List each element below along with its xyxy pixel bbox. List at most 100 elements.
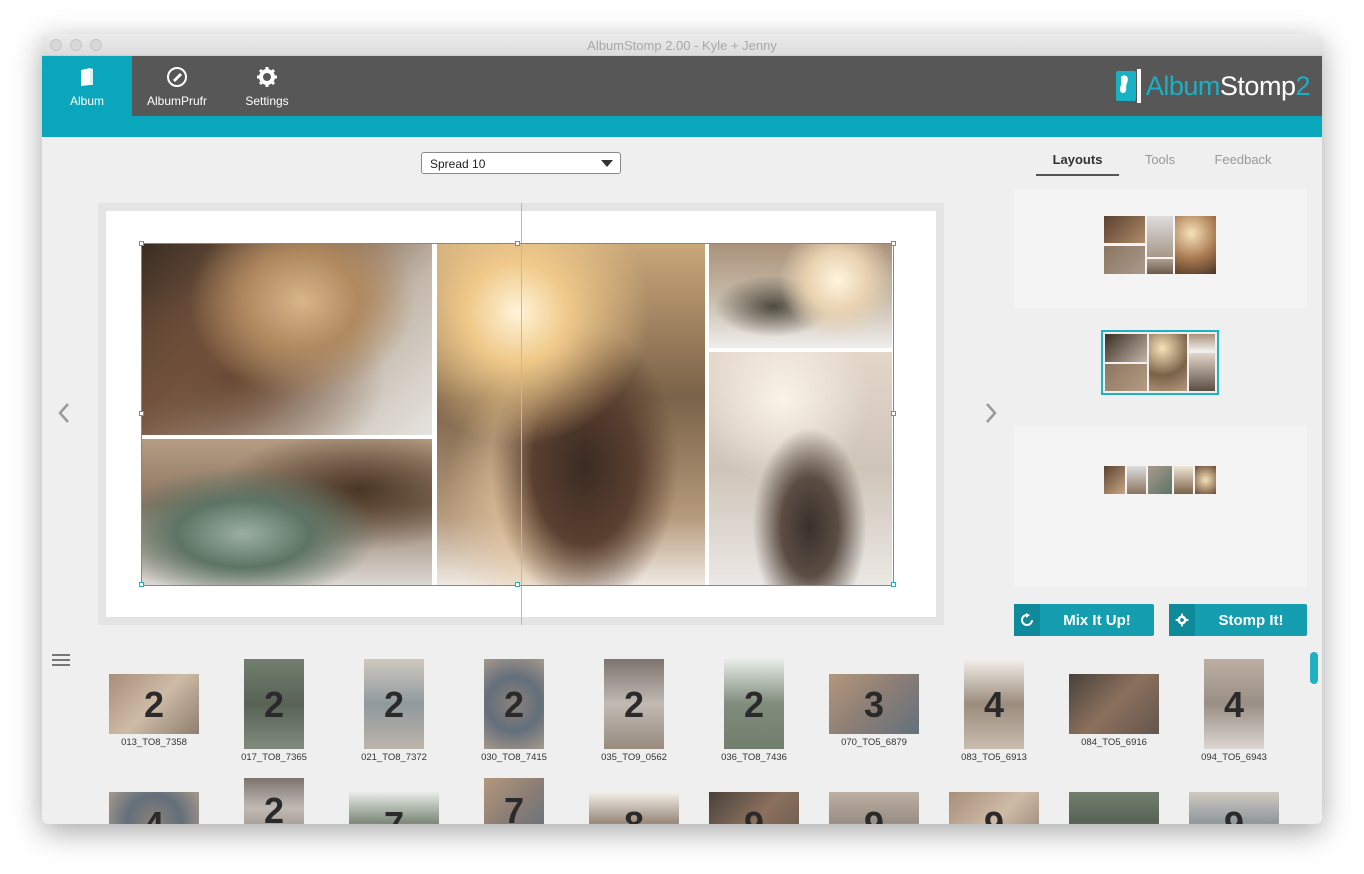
nav-album-label: Album [69,94,104,108]
usage-count: 2 [623,684,645,725]
layout-option-1[interactable] [1014,190,1307,308]
layout-thumb-2 [1105,334,1215,391]
accent-strip [42,116,1322,137]
filmstrip-item[interactable] [1069,792,1159,824]
usage-count: 4 [109,804,199,824]
filmstrip-item[interactable]: 9 [949,792,1039,824]
logo-text-2: 2 [1295,70,1310,101]
mix-it-up-label: Mix It Up! [1063,612,1131,629]
resize-handle-tl[interactable] [139,241,144,246]
albumstomp-logo: AlbumStomp2 [1115,68,1310,104]
filmstrip-item[interactable]: 4 [109,792,199,824]
photo-filename: 013_TO8_7358 [121,737,187,748]
photo-filename: 094_TO5_6943 [1201,752,1267,763]
filmstrip-item[interactable]: 2 021_TO8_7372 [361,659,427,767]
usage-count: 2 [383,684,405,725]
tab-layouts[interactable]: Layouts [1036,152,1119,176]
spread-select-value: Spread 10 [430,157,486,171]
filmstrip-item[interactable]: 2 035_TO9_0562 [601,659,667,767]
photo-slot-couple-field[interactable] [709,244,892,348]
resize-handle-br[interactable] [891,582,896,587]
usage-count: 7 [503,790,525,824]
main-toolbar: Album AlbumPrufr Settings AlbumStomp2 [42,56,1322,116]
usage-count: 9 [1189,804,1279,824]
panel-tabs: Layouts Tools Feedback [1036,152,1308,176]
usage-count: 2 [503,684,525,725]
layout-option-2-selected[interactable] [1101,330,1219,395]
photo-filename: 017_TO8_7365 [241,752,307,763]
filmstrip-item[interactable]: 9 [709,792,799,824]
filmstrip-item[interactable]: 084_TO5_6916 [1069,674,1159,752]
filmstrip-item[interactable]: 4 083_TO5_6913 [961,659,1027,767]
filmstrip-item[interactable]: 7 [484,778,544,824]
mix-it-up-button[interactable]: Mix It Up! [1014,604,1154,636]
filmstrip-item[interactable]: 4 094_TO5_6943 [1201,659,1267,767]
app-window: AlbumStomp 2.00 - Kyle + Jenny Album Alb… [42,34,1322,824]
resize-handle-l[interactable] [139,411,144,416]
filmstrip-item[interactable]: 2 017_TO8_7365 [241,659,307,767]
layout-thumb-3 [1104,466,1216,494]
filmstrip-item[interactable]: 8 [589,792,679,824]
photo-thumbnail [1069,674,1159,734]
usage-count: 9 [829,804,919,824]
photo-filename: 084_TO5_6916 [1081,737,1147,748]
filmstrip-item[interactable]: 7 [349,792,439,824]
resize-handle-bl[interactable] [139,582,144,587]
nav-album[interactable]: Album [42,56,132,116]
tab-feedback[interactable]: Feedback [1201,152,1285,176]
nav-albumprufr[interactable]: AlbumPrufr [132,56,222,116]
gear-icon [1169,604,1195,636]
title-bar: AlbumStomp 2.00 - Kyle + Jenny [42,34,1322,56]
stomp-it-button[interactable]: Stomp It! [1169,604,1307,636]
photo-slot-couple-closeup[interactable] [142,244,432,435]
photo-thumbnail [1069,792,1159,824]
resize-handle-b[interactable] [515,582,520,587]
photo-filename: 030_TO8_7415 [481,752,547,763]
filmstrip-item[interactable]: 2 036_TO8_7436 [721,659,787,767]
usage-count: 3 [863,684,885,725]
album-icon [42,66,132,88]
filmstrip-item[interactable]: 2 [244,778,304,824]
gear-icon [222,66,312,88]
layout-option-3[interactable] [1014,426,1307,586]
filmstrip-item[interactable]: 2 013_TO8_7358 [109,674,199,752]
usage-count: 4 [983,684,1005,725]
window-title: AlbumStomp 2.00 - Kyle + Jenny [587,38,777,53]
filmstrip-item[interactable]: 9 [1189,792,1279,824]
usage-count: 4 [1223,684,1245,725]
hamburger-menu-icon[interactable] [52,654,70,668]
filmstrip-item[interactable]: 9 [829,792,919,824]
usage-count: 2 [263,684,285,725]
resize-handle-t[interactable] [515,241,520,246]
resize-handle-r[interactable] [891,411,896,416]
photo-slot-bouquet[interactable] [142,439,432,585]
filmstrip-item[interactable]: 2 030_TO8_7415 [481,659,547,767]
photo-slot-couple-snow[interactable] [709,352,892,585]
usage-count: 2 [263,790,285,824]
spread-select[interactable]: Spread 10 [421,152,621,174]
filmstrip-scrollbar[interactable] [1310,652,1318,684]
previous-spread-arrow-icon[interactable] [57,402,71,424]
nav-albumprufr-label: AlbumPrufr [146,94,208,108]
usage-count: 2 [743,684,765,725]
usage-count: 9 [709,804,799,824]
photo-filename: 070_TO5_6879 [841,737,907,748]
usage-count: 7 [349,804,439,824]
photo-filename: 035_TO9_0562 [601,752,667,763]
layout-thumb-1 [1104,216,1216,274]
filmstrip-item[interactable]: 3 070_TO5_6879 [829,674,919,752]
resize-handle-tr[interactable] [891,241,896,246]
refresh-icon [1014,604,1040,636]
nav-settings-label: Settings [245,94,289,108]
logo-text-stomp: Stomp [1219,70,1296,101]
photo-filename: 083_TO5_6913 [961,752,1027,763]
photo-slot-embrace-sunlight[interactable] [437,244,705,585]
logo-text-album: Album [1145,70,1221,101]
next-spread-arrow-icon[interactable] [984,402,998,424]
stomp-it-label: Stomp It! [1218,612,1284,629]
usage-count: 2 [143,684,165,725]
nav-settings[interactable]: Settings [222,56,312,116]
photo-filename: 021_TO8_7372 [361,752,427,763]
usage-count: 9 [949,804,1039,824]
tab-tools[interactable]: Tools [1119,152,1201,176]
